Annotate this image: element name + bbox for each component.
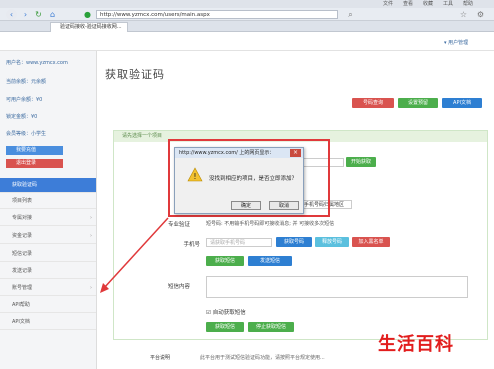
ok-button[interactable]: 确定 xyxy=(231,201,261,210)
alert-dialog: http://www.yzmcx.com/ 上的网页显示： × ! 没找到相应的… xyxy=(174,147,304,214)
warning-icon: ! xyxy=(187,167,203,182)
close-icon[interactable]: × xyxy=(290,149,301,157)
watermark-logo: 生活百科 xyxy=(378,334,454,355)
dialog-message: 没找到相应的项目，是否立即添加？ xyxy=(209,176,298,182)
cancel-button[interactable]: 取消 xyxy=(269,201,299,210)
dialog-title: http://www.yzmcx.com/ 上的网页显示： xyxy=(175,148,303,158)
svg-text:!: ! xyxy=(193,172,196,181)
